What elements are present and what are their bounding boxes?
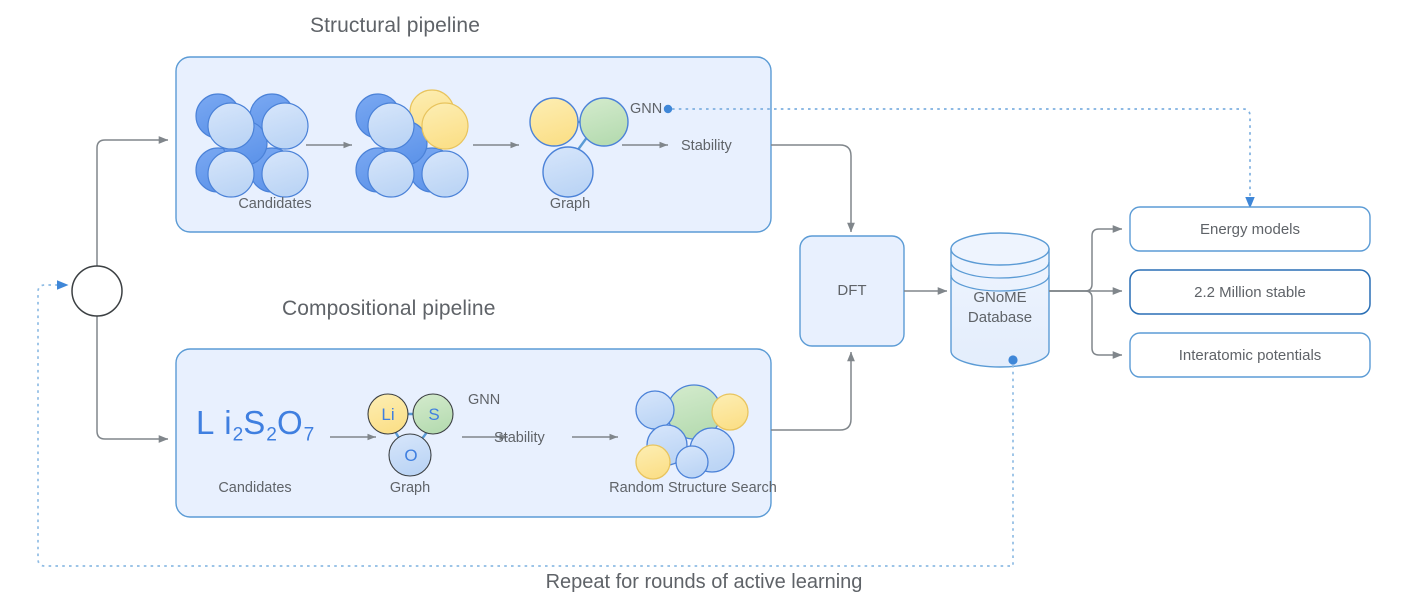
graph-node-label-o: O — [404, 446, 418, 465]
structural-pipeline-title: Structural pipeline — [310, 14, 480, 37]
compositional-candidates-caption: Candidates — [218, 480, 292, 496]
database-label-line2: Database — [967, 309, 1033, 326]
connector-db-to-energy-models — [1049, 225, 1123, 292]
active-learning-caption: Repeat for rounds of active learning — [545, 571, 863, 593]
structural-stability-label: Stability — [681, 138, 732, 154]
structural-graph-caption: Graph — [549, 196, 591, 212]
graph-node-label-s: S — [428, 405, 440, 424]
connector-db-to-interatomic — [1049, 290, 1123, 359]
formula-part-1: L i2 — [196, 404, 244, 446]
formula-part-2: S2 — [243, 404, 277, 446]
output-label-million-stable-text: 2.2 Million stable — [1194, 284, 1306, 301]
dft-label: DFT — [837, 282, 867, 299]
output-label-interatomic-potentials-text: Interatomic potentials — [1178, 347, 1322, 364]
connector-compositional-to-dft — [771, 351, 855, 431]
database-label-line1: GNoME — [973, 289, 1027, 306]
output-label-energy-models-text: Energy models — [1199, 221, 1301, 238]
gnn-dot-structural — [663, 104, 673, 114]
diagram-canvas: Structural pipeline Compositional pipeli… — [0, 0, 1408, 615]
composition-formula: L i2S2O7 — [196, 404, 314, 447]
compositional-gnn-label: GNN — [468, 392, 501, 408]
compositional-stability-label: Stability — [494, 430, 545, 446]
output-label-interatomic-potentials[interactable]: Interatomic potentials — [1130, 347, 1370, 364]
random-structure-search-caption: Random Structure Search — [609, 480, 777, 496]
output-label-energy-models[interactable]: Energy models — [1130, 221, 1370, 238]
input-junction — [71, 136, 169, 443]
output-label-million-stable[interactable]: 2.2 Million stable — [1130, 284, 1370, 301]
structural-candidates-caption: Candidates — [238, 196, 312, 212]
compositional-graph-caption: Graph — [389, 480, 431, 496]
compositional-pipeline-title: Compositional pipeline — [282, 297, 496, 320]
structural-gnn-label: GNN — [630, 101, 663, 117]
connector-structural-to-dft — [771, 144, 855, 233]
database-feedback-dot — [1008, 355, 1018, 365]
graph-node-label-li: Li — [381, 405, 395, 424]
diagram-vector-layer — [37, 56, 1371, 567]
formula-part-3: O7 — [276, 404, 315, 446]
database-label: GNoME Database — [951, 288, 1049, 328]
